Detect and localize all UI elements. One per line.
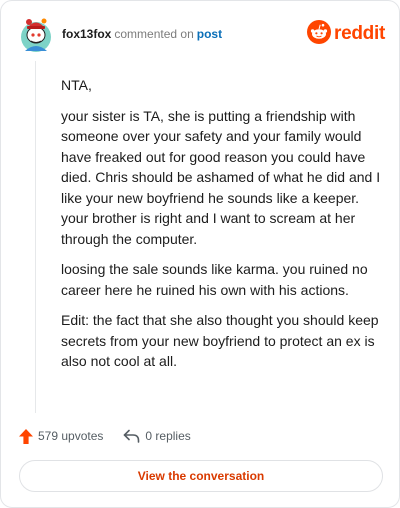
reply-arrow-icon (123, 429, 140, 443)
username-link[interactable]: fox13fox (62, 27, 111, 41)
comment-paragraph: your sister is TA, she is putting a frie… (61, 107, 381, 247)
reddit-logo-icon (307, 19, 332, 49)
comment-paragraph: Edit: the fact that she also thought you… (61, 312, 379, 369)
upvote-button[interactable]: 579 upvotes (19, 428, 104, 444)
upvote-arrow-icon (19, 428, 33, 444)
reply-button[interactable]: 0 replies (123, 429, 191, 443)
reddit-wordmark: reddit (334, 23, 385, 44)
comment-body: NTA, your sister is TA, she is putting a… (61, 75, 381, 382)
thread-line (35, 61, 36, 413)
post-link[interactable]: post (197, 27, 222, 41)
comment-header: fox13fox commented on post reddit (19, 15, 385, 55)
comment-paragraph: NTA, (61, 77, 92, 93)
user-avatar-icon[interactable] (19, 15, 53, 53)
reddit-brand[interactable]: reddit (307, 19, 385, 49)
reply-count: 0 replies (145, 429, 191, 443)
comment-actions: 579 upvotes 0 replies (19, 425, 191, 447)
view-conversation-button[interactable]: View the conversation (19, 460, 383, 492)
comment-paragraph: loosing the sale sounds like karma. you … (61, 261, 368, 298)
comment-card: fox13fox commented on post reddit NTA, y… (0, 0, 400, 508)
action-text: commented on (114, 27, 194, 41)
upvote-count: 579 upvotes (38, 429, 104, 443)
comment-meta: fox13fox commented on post (62, 27, 222, 41)
